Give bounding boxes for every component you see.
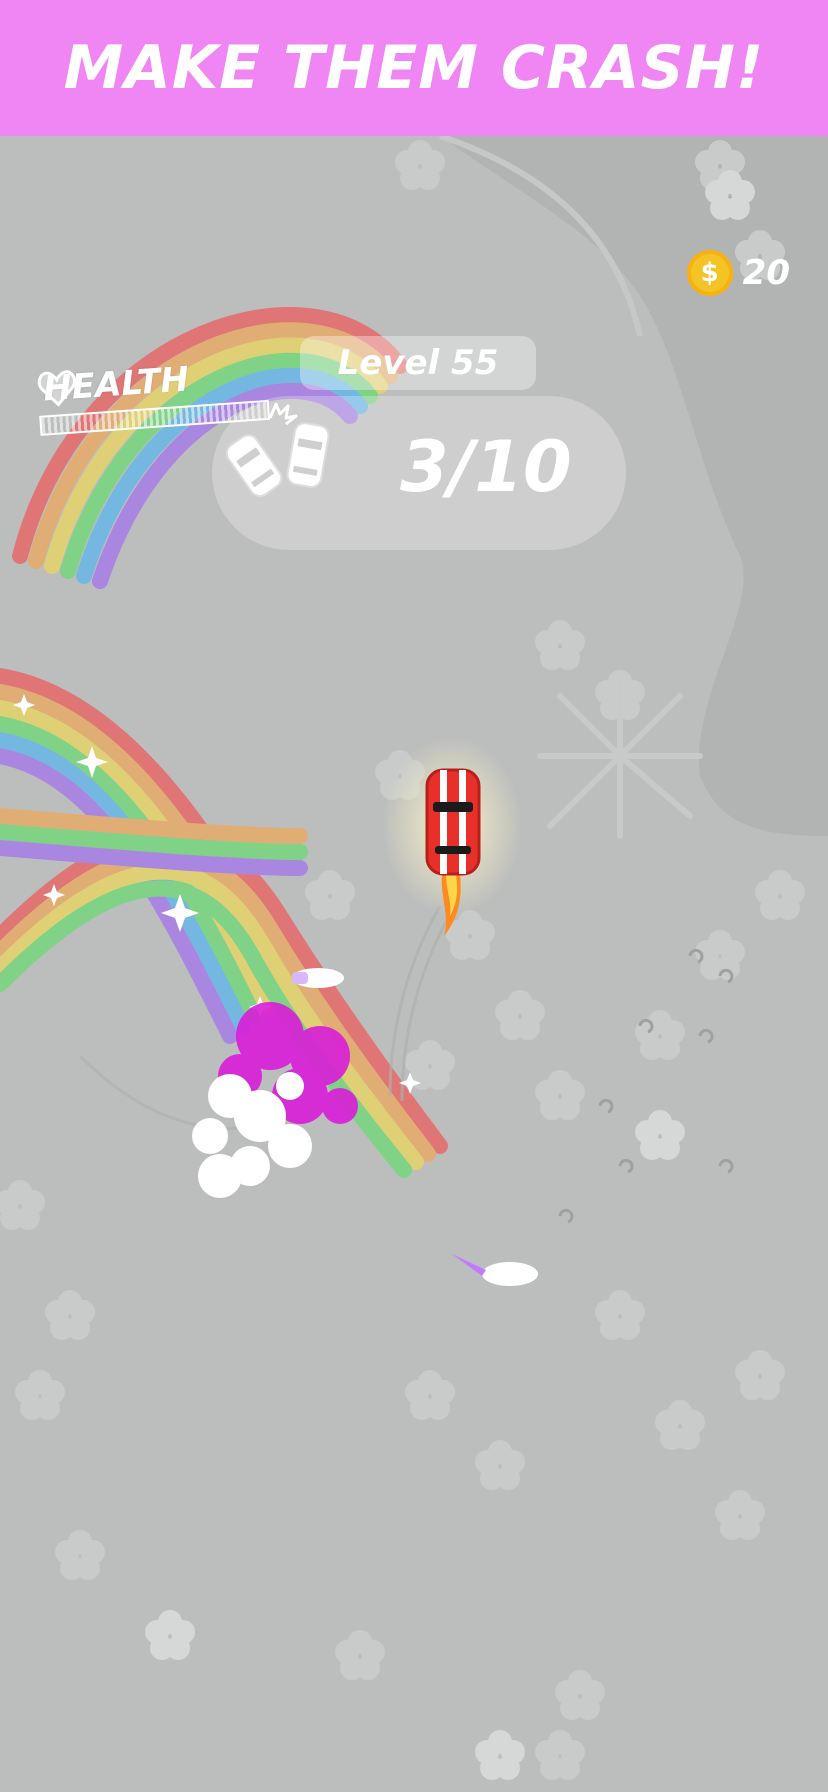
crash-progress-panel: 3/10 <box>212 396 626 550</box>
crash-progress-count: 3/10 <box>400 426 572 508</box>
crashed-cars-icon <box>225 402 330 498</box>
heart-icon <box>37 370 77 407</box>
crash-explosion <box>192 1002 358 1198</box>
promo-banner: MAKE THEM CRASH! <box>0 0 828 136</box>
game-field[interactable]: HEALTH $ 20 Level 55 3/10 <box>0 136 828 1792</box>
dollar-coin-icon: $ <box>686 250 733 296</box>
level-label: Level 55 <box>300 336 536 390</box>
banner-title: MAKE THEM CRASH! <box>63 33 765 103</box>
enemy-car-2 <box>452 1254 538 1286</box>
enemy-car-1 <box>292 968 344 988</box>
coin-counter: $ 20 <box>686 250 790 296</box>
footprints <box>558 948 734 1224</box>
spiky-bush <box>537 678 703 839</box>
player-car <box>382 736 522 936</box>
coin-count: 20 <box>742 253 790 293</box>
